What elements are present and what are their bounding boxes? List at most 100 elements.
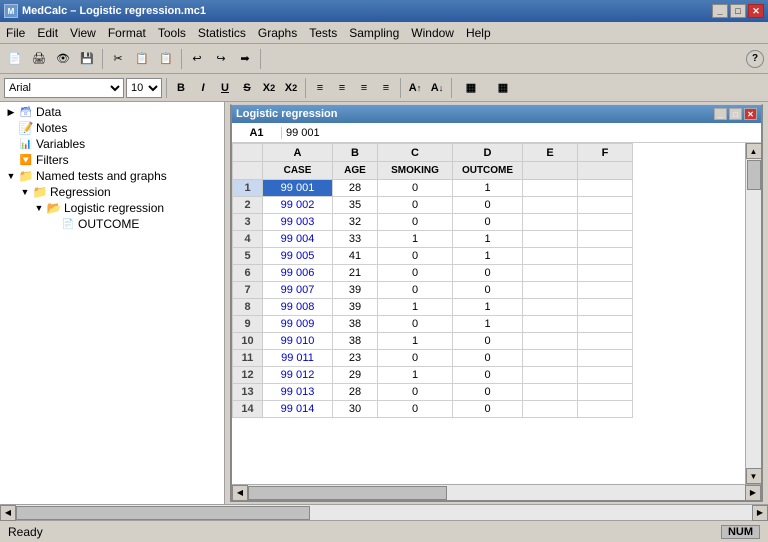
cell-B-14[interactable]: 30 [333, 401, 378, 418]
align-right-button[interactable]: ≡ [354, 78, 374, 98]
scroll-up-button[interactable]: ▲ [746, 143, 762, 159]
cell-F-8[interactable] [578, 299, 633, 316]
ss-maximize-button[interactable]: □ [729, 108, 742, 120]
menu-tools[interactable]: Tools [152, 24, 192, 42]
ss-minimize-button[interactable]: _ [714, 108, 727, 120]
cell-B-12[interactable]: 29 [333, 367, 378, 384]
cell-C-13[interactable]: 0 [378, 384, 453, 401]
cell-E-13[interactable] [523, 384, 578, 401]
cell-D-12[interactable]: 0 [453, 367, 523, 384]
align-center-button[interactable]: ≡ [332, 78, 352, 98]
underline-button[interactable]: U [215, 78, 235, 98]
strikethrough-button[interactable]: S [237, 78, 257, 98]
undo-button[interactable]: ↩ [186, 48, 208, 70]
cell-C-4[interactable]: 1 [378, 231, 453, 248]
cell-B-10[interactable]: 38 [333, 333, 378, 350]
tree-notes[interactable]: 📝 Notes [2, 120, 222, 136]
minimize-button[interactable]: _ [712, 4, 728, 18]
cell-B-3[interactable]: 32 [333, 214, 378, 231]
format-extra2[interactable]: ▦ [488, 78, 518, 98]
tree-variables[interactable]: 📊 Variables [2, 136, 222, 152]
cell-D-9[interactable]: 1 [453, 316, 523, 333]
tree-filters[interactable]: 🔽 Filters [2, 152, 222, 168]
cell-F-11[interactable] [578, 350, 633, 367]
cell-B-2[interactable]: 35 [333, 197, 378, 214]
cell-D-14[interactable]: 0 [453, 401, 523, 418]
cell-D-8[interactable]: 1 [453, 299, 523, 316]
cell-F-5[interactable] [578, 248, 633, 265]
menu-edit[interactable]: Edit [31, 24, 64, 42]
print-button[interactable]: 🖨 [28, 48, 50, 70]
cell-F-9[interactable] [578, 316, 633, 333]
cell-D-10[interactable]: 0 [453, 333, 523, 350]
tree-logistic-regression[interactable]: ▼ 📂 Logistic regression [2, 200, 222, 216]
h-scroll-thumb[interactable] [248, 486, 447, 500]
menu-graphs[interactable]: Graphs [252, 24, 303, 42]
cell-F-2[interactable] [578, 197, 633, 214]
cell-E-1[interactable] [523, 180, 578, 197]
menu-format[interactable]: Format [102, 24, 152, 42]
cell-A-12[interactable]: 99 012 [263, 367, 333, 384]
cell-A-11[interactable]: 99 011 [263, 350, 333, 367]
help-button[interactable]: ? [746, 50, 764, 68]
cell-F-14[interactable] [578, 401, 633, 418]
format-extra1[interactable]: ▦ [456, 78, 486, 98]
tree-named-tests[interactable]: ▼ 📁 Named tests and graphs [2, 168, 222, 184]
cell-B-9[interactable]: 38 [333, 316, 378, 333]
cell-A-9[interactable]: 99 009 [263, 316, 333, 333]
main-scroll-left[interactable]: ◀ [0, 505, 16, 521]
cell-D-3[interactable]: 0 [453, 214, 523, 231]
cell-C-2[interactable]: 0 [378, 197, 453, 214]
cell-D-7[interactable]: 0 [453, 282, 523, 299]
cell-F-12[interactable] [578, 367, 633, 384]
cell-D-4[interactable]: 1 [453, 231, 523, 248]
menu-help[interactable]: Help [460, 24, 497, 42]
tree-regression[interactable]: ▼ 📁 Regression [2, 184, 222, 200]
scroll-left-button[interactable]: ◀ [232, 485, 248, 501]
menu-file[interactable]: File [0, 24, 31, 42]
cell-E-11[interactable] [523, 350, 578, 367]
main-scroll-right[interactable]: ▶ [752, 505, 768, 521]
cell-B-8[interactable]: 39 [333, 299, 378, 316]
col-header-B[interactable]: B [333, 144, 378, 162]
bold-button[interactable]: B [171, 78, 191, 98]
col-header-E[interactable]: E [523, 144, 578, 162]
cell-D-6[interactable]: 0 [453, 265, 523, 282]
ss-close-button[interactable]: ✕ [744, 108, 757, 120]
cell-A-4[interactable]: 99 004 [263, 231, 333, 248]
cell-C-7[interactable]: 0 [378, 282, 453, 299]
menu-window[interactable]: Window [405, 24, 460, 42]
cell-C-1[interactable]: 0 [378, 180, 453, 197]
cell-E-9[interactable] [523, 316, 578, 333]
cell-A-14[interactable]: 99 014 [263, 401, 333, 418]
cell-C-6[interactable]: 0 [378, 265, 453, 282]
cell-B-13[interactable]: 28 [333, 384, 378, 401]
cell-B-1[interactable]: 28 [333, 180, 378, 197]
scroll-right-button[interactable]: ▶ [745, 485, 761, 501]
cell-C-3[interactable]: 0 [378, 214, 453, 231]
forward-button[interactable]: ➡ [234, 48, 256, 70]
save-button[interactable]: 💾 [76, 48, 98, 70]
vertical-scrollbar[interactable]: ▲ ▼ [745, 143, 761, 484]
cell-C-12[interactable]: 1 [378, 367, 453, 384]
tree-outcome[interactable]: 📄 OUTCOME [2, 216, 222, 232]
align-left-button[interactable]: ≡ [310, 78, 330, 98]
cell-E-8[interactable] [523, 299, 578, 316]
font-size-select[interactable]: 10 [126, 78, 162, 98]
grid-container[interactable]: A B C D E F CASE AGE SMOK [232, 143, 745, 484]
cell-D-2[interactable]: 0 [453, 197, 523, 214]
cell-C-10[interactable]: 1 [378, 333, 453, 350]
preview-button[interactable]: 👁 [52, 48, 74, 70]
scroll-thumb[interactable] [747, 160, 761, 190]
main-h-thumb[interactable] [16, 506, 310, 520]
italic-button[interactable]: I [193, 78, 213, 98]
font-select[interactable]: Arial [4, 78, 124, 98]
cell-D-13[interactable]: 0 [453, 384, 523, 401]
cell-A-8[interactable]: 99 008 [263, 299, 333, 316]
col-header-F[interactable]: F [578, 144, 633, 162]
cell-E-5[interactable] [523, 248, 578, 265]
cell-A-1[interactable]: 99 001 [263, 180, 333, 197]
cell-F-4[interactable] [578, 231, 633, 248]
cell-F-3[interactable] [578, 214, 633, 231]
cell-D-11[interactable]: 0 [453, 350, 523, 367]
